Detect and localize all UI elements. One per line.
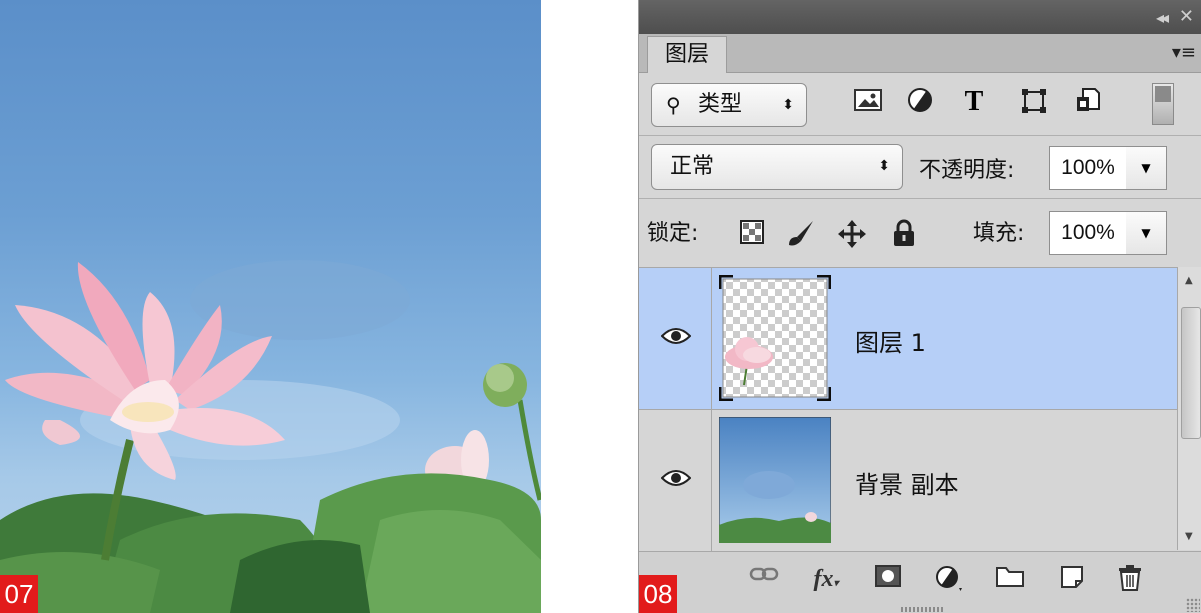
visibility-cell[interactable] [639,410,712,551]
lock-image-icon[interactable] [785,219,815,249]
fx-icon[interactable]: fx▾ [809,564,843,598]
filter-type-label: 类型 [698,92,743,117]
layers-panel: ◂◂ ✕ 图层 ▾≡ ⚲ 类型 ⬍ T 正常 ⬍ 不透明度: 100% ▼ 锁定… [638,0,1201,613]
folder-icon[interactable] [993,564,1027,598]
blend-row: 正常 ⬍ 不透明度: 100% ▼ [639,136,1201,199]
updown-icon: ⬍ [878,158,890,174]
fill-input[interactable]: 100% [1049,211,1127,255]
trash-icon[interactable] [1113,564,1147,598]
fill-dropdown[interactable]: ▼ [1126,211,1167,255]
collapse-icon[interactable]: ◂◂ [1156,8,1169,27]
lotus-illustration [0,260,541,613]
adjustment-filter-icon[interactable] [903,87,937,121]
step-badge-08: 08 [639,575,677,613]
adjustment-layer-icon[interactable] [933,564,967,598]
eye-icon[interactable] [661,326,691,346]
lock-position-icon[interactable] [837,219,867,249]
lock-row: 锁定: 填充: 100% ▼ [639,199,1201,265]
opacity-dropdown[interactable]: ▼ [1126,146,1167,190]
layer-row-1[interactable]: 图层 1 [639,267,1177,409]
blend-mode-select[interactable]: 正常 ⬍ [651,144,903,190]
blend-mode-label: 正常 [670,154,715,179]
filter-type-select[interactable]: ⚲ 类型 ⬍ [651,83,807,127]
resize-grip-icon[interactable] [1186,598,1200,612]
lock-all-icon[interactable] [889,219,919,249]
scroll-up-icon[interactable]: ▲ [1185,275,1193,286]
pixel-filter-icon[interactable] [851,87,885,121]
updown-icon: ⬍ [782,97,794,113]
layer-thumbnail[interactable] [718,416,832,544]
lock-transparent-icon[interactable] [737,219,767,249]
layer-thumbnail[interactable] [718,274,832,402]
new-layer-icon[interactable] [1055,564,1089,598]
tab-layers[interactable]: 图层 [647,36,727,73]
step-badge-07: 07 [0,575,38,613]
lock-label: 锁定: [647,221,699,246]
panel-grip[interactable] [901,607,945,612]
opacity-label: 不透明度: [919,158,1015,183]
shape-filter-icon[interactable] [1017,87,1051,121]
filter-toggle[interactable] [1152,83,1174,125]
scroll-thumb[interactable] [1181,307,1201,439]
layers-scrollbar[interactable]: ▲ ▼ [1177,267,1201,550]
link-icon[interactable] [747,564,781,598]
layer-filter-row: ⚲ 类型 ⬍ T [639,73,1201,136]
panel-title-bar: ◂◂ ✕ [639,0,1201,34]
opacity-input[interactable]: 100% [1049,146,1127,190]
eye-icon[interactable] [661,468,691,488]
mask-icon[interactable] [871,564,905,598]
scroll-down-icon[interactable]: ▼ [1185,531,1193,542]
lotus-leaves [0,473,541,613]
type-filter-icon[interactable]: T [957,87,991,121]
layer-row-2[interactable]: 背景 副本 [639,409,1177,552]
layer-name[interactable]: 背景 副本 [855,465,959,500]
close-icon[interactable]: ✕ [1179,6,1194,27]
panel-menu-icon[interactable]: ▾≡ [1172,42,1196,63]
visibility-cell[interactable] [639,268,712,409]
panel-tab-row: 图层 ▾≡ [639,34,1201,73]
lotus-bud [483,363,541,501]
layers-bottom-toolbar: fx▾ [639,551,1201,613]
fill-label: 填充: [973,221,1025,246]
layer-name[interactable]: 图层 1 [855,323,926,358]
lotus-photo: 07 [0,0,541,613]
smart-object-filter-icon[interactable] [1071,87,1105,121]
search-icon: ⚲ [666,93,681,117]
